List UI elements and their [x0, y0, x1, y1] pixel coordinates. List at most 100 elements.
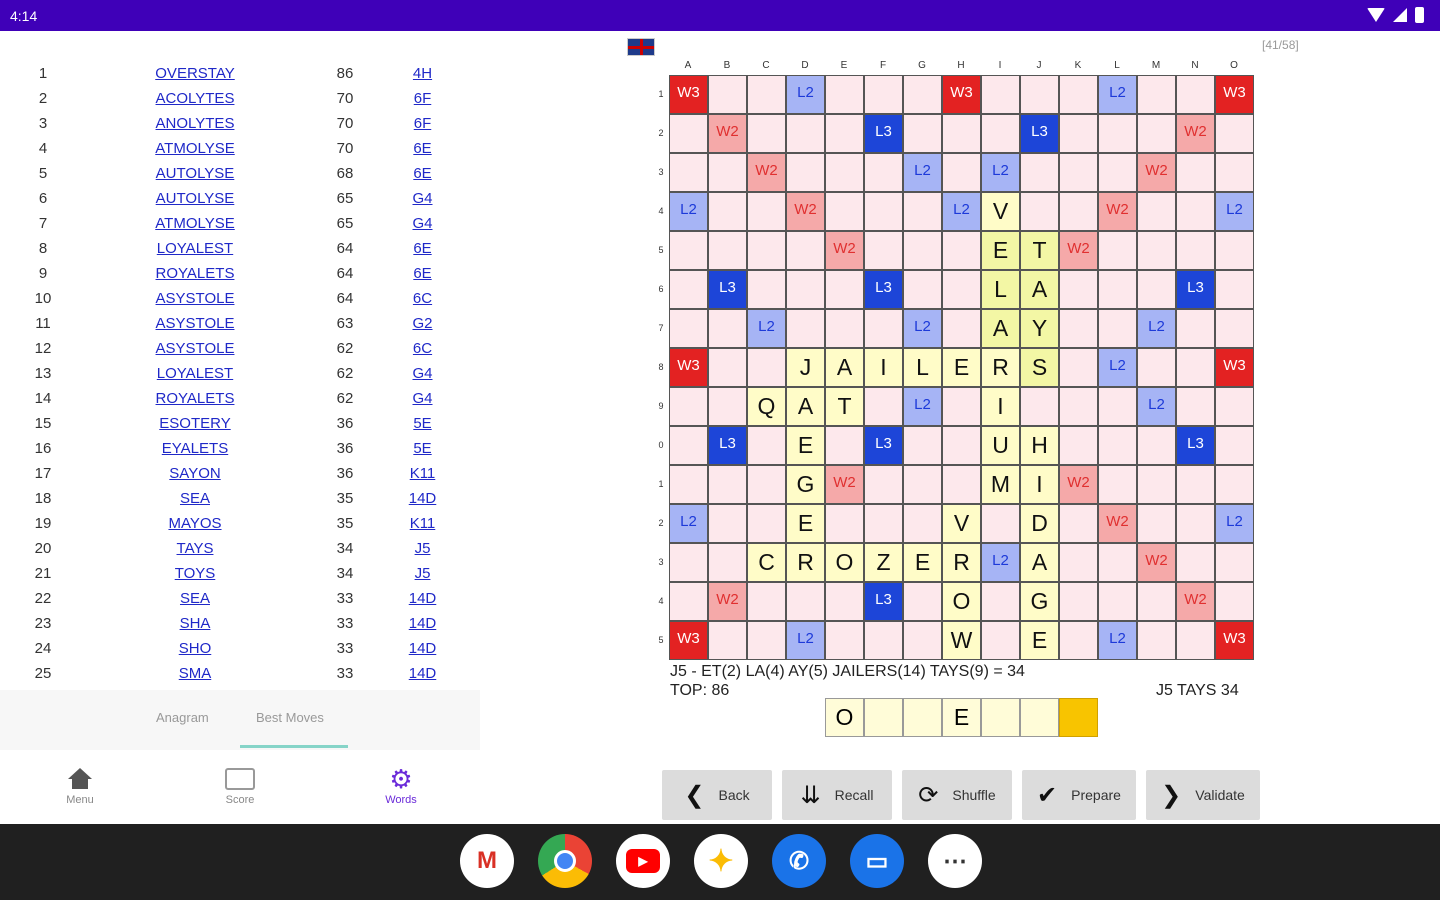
board-square[interactable] — [825, 426, 864, 465]
move-position-link[interactable]: 6E — [400, 140, 445, 157]
board-square[interactable] — [981, 621, 1020, 660]
move-word-link[interactable]: LOYALEST — [135, 240, 255, 257]
board-square[interactable] — [981, 504, 1020, 543]
move-row[interactable]: 21 TOYS 34 J5 — [20, 563, 460, 588]
board-square[interactable] — [903, 426, 942, 465]
letter-tile[interactable]: E — [786, 426, 825, 465]
board-square[interactable] — [942, 465, 981, 504]
letter-tile[interactable]: G — [1020, 582, 1059, 621]
board-square[interactable] — [903, 504, 942, 543]
move-position-link[interactable]: 4H — [400, 65, 445, 82]
board-square[interactable] — [825, 309, 864, 348]
premium-square-w2[interactable]: W2 — [1098, 192, 1137, 231]
premium-square-w3[interactable]: W3 — [1215, 348, 1254, 387]
letter-tile[interactable]: E — [981, 231, 1020, 270]
move-position-link[interactable]: G2 — [400, 315, 445, 332]
board-square[interactable] — [708, 75, 747, 114]
move-word-link[interactable]: OVERSTAY — [135, 65, 255, 82]
board-square[interactable] — [903, 465, 942, 504]
board-square[interactable] — [1098, 387, 1137, 426]
board-square[interactable] — [864, 504, 903, 543]
premium-square-l2[interactable]: L2 — [747, 309, 786, 348]
board-square[interactable] — [1176, 543, 1215, 582]
board-square[interactable] — [864, 192, 903, 231]
board-square[interactable] — [1137, 504, 1176, 543]
premium-square-w2[interactable]: W2 — [1176, 582, 1215, 621]
board-square[interactable] — [1215, 387, 1254, 426]
board-square[interactable] — [1215, 543, 1254, 582]
move-word-link[interactable]: ASYSTOLE — [135, 315, 255, 332]
board-square[interactable] — [1215, 153, 1254, 192]
move-row[interactable]: 17 SAYON 36 K11 — [20, 463, 460, 488]
board-square[interactable] — [786, 582, 825, 621]
board-square[interactable] — [1137, 465, 1176, 504]
rack-slot[interactable]: O — [825, 698, 864, 737]
move-word-link[interactable]: MAYOS — [135, 515, 255, 532]
board-square[interactable] — [1098, 426, 1137, 465]
premium-square-w2[interactable]: W2 — [1098, 504, 1137, 543]
move-position-link[interactable]: 14D — [400, 665, 445, 682]
premium-square-w2[interactable]: W2 — [825, 231, 864, 270]
board-square[interactable] — [1215, 582, 1254, 621]
board-square[interactable] — [825, 582, 864, 621]
letter-tile[interactable]: G — [786, 465, 825, 504]
move-row[interactable]: 9 ROYALETS 64 6E — [20, 263, 460, 288]
letter-tile[interactable]: R — [786, 543, 825, 582]
board-square[interactable] — [747, 465, 786, 504]
move-row[interactable]: 19 MAYOS 35 K11 — [20, 513, 460, 538]
board-square[interactable] — [942, 270, 981, 309]
rack-slot[interactable]: E — [942, 698, 981, 737]
board-square[interactable] — [903, 192, 942, 231]
board-square[interactable] — [1137, 114, 1176, 153]
move-word-link[interactable]: SAYON — [135, 465, 255, 482]
board-square[interactable] — [1059, 387, 1098, 426]
move-word-link[interactable]: ESOTERY — [135, 415, 255, 432]
premium-square-l2[interactable]: L2 — [981, 153, 1020, 192]
board-square[interactable] — [1059, 270, 1098, 309]
board-square[interactable] — [1098, 309, 1137, 348]
move-word-link[interactable]: ACOLYTES — [135, 90, 255, 107]
board-square[interactable] — [864, 231, 903, 270]
premium-square-w2[interactable]: W2 — [1137, 543, 1176, 582]
move-row[interactable]: 6 AUTOLYSE 65 G4 — [20, 188, 460, 213]
board-square[interactable] — [903, 621, 942, 660]
tab-best-moves[interactable]: Best Moves — [256, 710, 324, 725]
letter-tile[interactable]: V — [942, 504, 981, 543]
move-word-link[interactable]: TAYS — [135, 540, 255, 557]
tab-anagram[interactable]: Anagram — [156, 710, 209, 725]
board-square[interactable] — [1098, 231, 1137, 270]
board-square[interactable] — [1059, 426, 1098, 465]
letter-tile[interactable]: A — [786, 387, 825, 426]
premium-square-l3[interactable]: L3 — [708, 426, 747, 465]
board-square[interactable] — [864, 465, 903, 504]
board-square[interactable] — [1215, 465, 1254, 504]
recall-button[interactable]: ⇊ Recall — [782, 770, 892, 820]
move-position-link[interactable]: K11 — [400, 465, 445, 482]
board-square[interactable] — [981, 114, 1020, 153]
move-word-link[interactable]: SHA — [135, 615, 255, 632]
premium-square-l2[interactable]: L2 — [903, 387, 942, 426]
premium-square-l3[interactable]: L3 — [864, 582, 903, 621]
premium-square-l2[interactable]: L2 — [903, 309, 942, 348]
board-square[interactable] — [1176, 504, 1215, 543]
board-square[interactable] — [864, 75, 903, 114]
letter-tile[interactable]: R — [942, 543, 981, 582]
board-square[interactable] — [981, 75, 1020, 114]
apps-icon[interactable]: ⋯ — [928, 834, 982, 888]
board-square[interactable] — [864, 387, 903, 426]
move-word-link[interactable]: TOYS — [135, 565, 255, 582]
letter-tile[interactable]: C — [747, 543, 786, 582]
board-square[interactable] — [786, 309, 825, 348]
move-position-link[interactable]: 14D — [400, 590, 445, 607]
board-square[interactable] — [1176, 387, 1215, 426]
board-square[interactable] — [669, 270, 708, 309]
board-square[interactable] — [942, 153, 981, 192]
move-row[interactable]: 10 ASYSTOLE 64 6C — [20, 288, 460, 313]
board-square[interactable] — [825, 153, 864, 192]
board-square[interactable] — [825, 192, 864, 231]
letter-tile[interactable]: E — [903, 543, 942, 582]
board-square[interactable] — [1137, 270, 1176, 309]
rack-slot[interactable] — [1020, 698, 1059, 737]
premium-square-w2[interactable]: W2 — [708, 114, 747, 153]
letter-tile[interactable]: O — [825, 543, 864, 582]
